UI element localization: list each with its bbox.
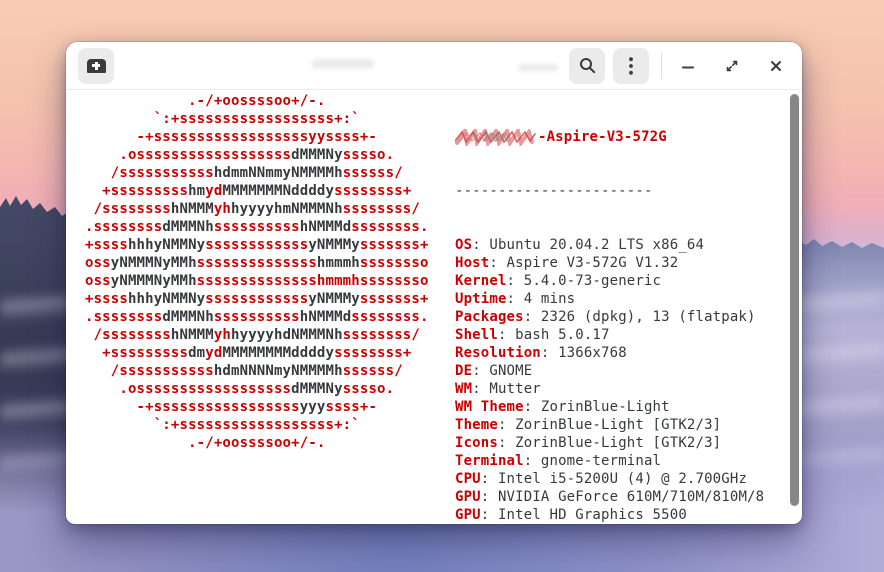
header-separator [661, 53, 662, 79]
info-row-terminal: Terminal: gnome-terminal [455, 452, 764, 470]
erased-title-smudge [518, 64, 558, 71]
info-row-uptime: Uptime: 4 mins [455, 290, 764, 308]
close-icon [769, 59, 783, 73]
maximize-icon [724, 58, 740, 74]
close-button[interactable] [762, 52, 790, 80]
terminal-window: .-/+oossssoo+/-. `:+ssssssssssssssssss+:… [66, 42, 802, 524]
new-tab-icon [87, 59, 106, 73]
scrollbar-thumb[interactable] [790, 94, 799, 506]
info-row-gpu: GPU: NVIDIA GeForce 610M/710M/810M/8 [455, 488, 764, 506]
info-row-wm-theme: WM Theme: ZorinBlue-Light [455, 398, 764, 416]
terminal-viewport[interactable]: .-/+oossssoo+/-. `:+ssssssssssssssssss+:… [66, 90, 802, 523]
neofetch-ascii-logo: .-/+oossssoo+/-. `:+ssssssssssssssssss+:… [85, 92, 429, 452]
search-button[interactable] [569, 48, 605, 84]
info-row-wm: WM: Mutter [455, 380, 764, 398]
info-row-packages: Packages: 2326 (dpkg), 13 (flatpak) [455, 308, 764, 326]
info-row-gpu: GPU: Intel HD Graphics 5500 [455, 506, 764, 523]
info-row-de: DE: GNOME [455, 362, 764, 380]
new-tab-button[interactable] [78, 48, 114, 84]
info-row-shell: Shell: bash 5.0.17 [455, 326, 764, 344]
maximize-button[interactable] [718, 52, 746, 80]
neofetch-info: -Aspire-V3-572G ----------------------- … [455, 92, 764, 523]
info-row-icons: Icons: ZorinBlue-Light [GTK2/3] [455, 434, 764, 452]
info-row-cpu: CPU: Intel i5-5200U (4) @ 2.700GHz [455, 470, 764, 488]
hostname-text: -Aspire-V3-572G [538, 128, 667, 146]
header-bar [66, 42, 802, 90]
redacted-username-scribble [455, 129, 537, 146]
minimize-button[interactable] [674, 52, 702, 80]
neofetch-title-line: -Aspire-V3-572G [455, 128, 764, 146]
erased-title-smudge [312, 59, 374, 68]
minimize-icon [681, 59, 695, 73]
info-row-os: OS: Ubuntu 20.04.2 LTS x86_64 [455, 236, 764, 254]
info-row-host: Host: Aspire V3-572G V1.32 [455, 254, 764, 272]
title-underline: ----------------------- [455, 182, 764, 200]
desktop: .-/+oossssoo+/-. `:+ssssssssssssssssss+:… [0, 0, 884, 572]
kebab-menu-icon [629, 57, 633, 75]
search-icon [579, 57, 596, 74]
info-row-theme: Theme: ZorinBlue-Light [GTK2/3] [455, 416, 764, 434]
menu-button[interactable] [613, 48, 649, 84]
info-row-resolution: Resolution: 1366x768 [455, 344, 764, 362]
info-row-kernel: Kernel: 5.4.0-73-generic [455, 272, 764, 290]
